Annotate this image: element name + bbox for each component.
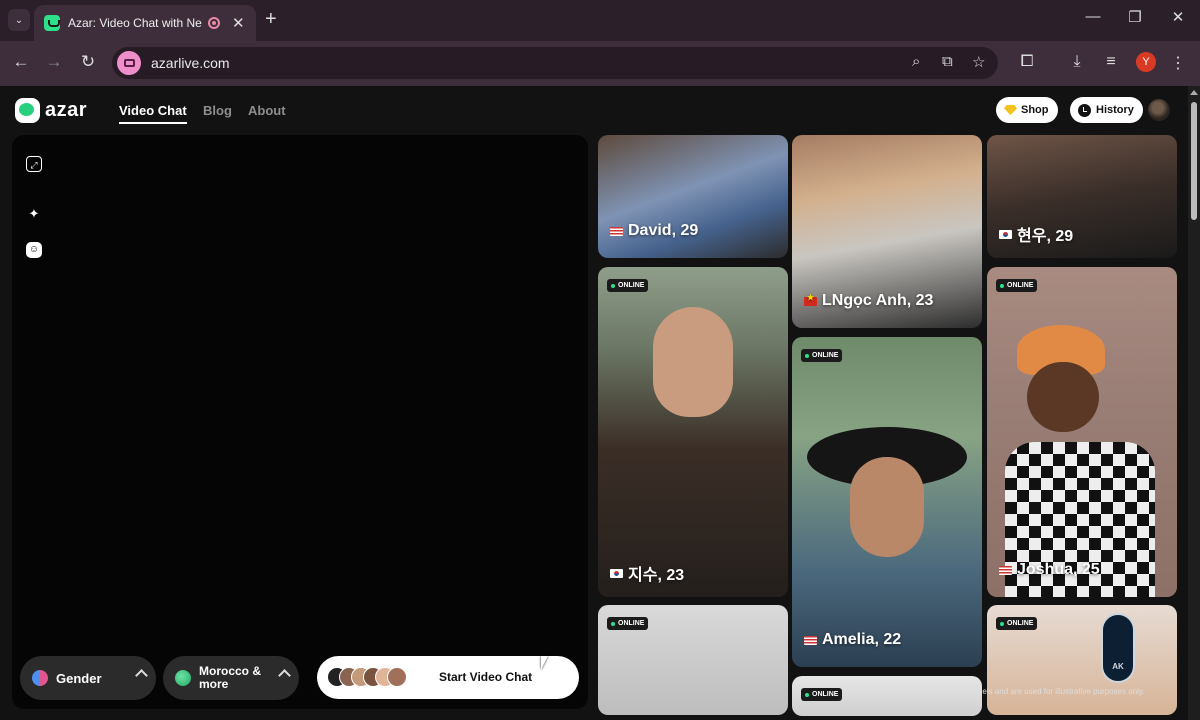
online-badge: ONLINE [996,279,1038,292]
online-badge: ONLINE [996,617,1038,630]
nav-video-chat[interactable]: Video Chat [119,103,187,124]
azar-page: azar Video Chat Blog About Shop History … [0,86,1188,720]
online-badge: ONLINE [801,349,843,362]
profile-card-ngoc-anh[interactable]: LNgọc Anh, 23 [792,135,982,328]
browser-tab[interactable]: Azar: Video Chat with New Pe ✕ [34,5,256,41]
profile-card-amelia[interactable]: ONLINE Amelia, 22 [792,337,982,667]
history-label: History [1096,104,1134,116]
azar-logo-icon [15,98,40,123]
profile-card-jisu[interactable]: ONLINE 지수, 23 [598,267,788,597]
gender-label: Gender [56,670,102,686]
extensions-icon[interactable]: ⧠ [1016,53,1038,71]
face-filter-icon[interactable]: ☺ [26,242,42,258]
start-video-chat-button[interactable]: Start Video Chat [317,656,579,699]
reload-icon[interactable]: ↻ [77,52,99,72]
profile-card-9[interactable]: ONLINE [987,605,1177,715]
profile-name: LNgọc Anh, 23 [804,292,933,310]
online-badge: ONLINE [607,617,649,630]
nav-about[interactable]: About [248,103,286,118]
globe-icon [175,670,191,686]
tab-search-dropdown-icon[interactable]: ⌄ [8,9,30,31]
browser-toolbar: ← → ↻ azarlive.com ⌕ ⧉ ☆ ⧠ ⤓ ≡ ⋮ [0,41,1200,86]
logo-text: azar [45,99,88,121]
page-scrollbar[interactable] [1188,86,1200,720]
gem-icon [1004,105,1017,115]
region-label: Morocco & more [199,664,262,691]
history-clock-icon [1078,103,1091,117]
kr-flag-icon [999,229,1012,239]
us-flag-icon [610,226,623,236]
profile-name: 지수, 23 [610,561,684,585]
mouse-cursor-icon [541,656,548,670]
window-close-icon[interactable]: ✕ [1168,8,1188,26]
shop-label: Shop [1021,104,1049,116]
avatar [387,667,407,687]
kr-flag-icon [610,568,623,578]
profile-card-4[interactable]: ONLINE [598,605,788,715]
user-avatar[interactable] [1148,99,1170,121]
scrollbar-thumb[interactable] [1191,102,1197,220]
gender-filter-button[interactable]: Gender [20,656,156,700]
install-app-icon[interactable]: ⧉ [942,53,953,70]
browser-profile-avatar[interactable]: Y [1136,52,1156,72]
back-icon[interactable]: ← [10,52,32,72]
tab-title: Azar: Video Chat with New Pe [68,16,202,30]
zoom-icon[interactable]: ⌕ [912,53,920,70]
shop-button[interactable]: Shop [996,97,1058,123]
profile-photo [653,307,733,417]
history-button[interactable]: History [1070,97,1143,123]
profile-photo [850,457,924,557]
sparkle-effects-icon[interactable]: ✦ [26,206,42,222]
recording-indicator-icon [208,17,220,29]
minimize-icon[interactable]: — [1083,8,1103,25]
downloads-icon[interactable]: ⤓ [1066,53,1088,71]
nav-blog[interactable]: Blog [203,103,232,118]
online-badge: ONLINE [607,279,649,292]
site-header: azar Video Chat Blog About Shop History [0,86,1188,134]
tab-close-icon[interactable]: ✕ [232,14,245,32]
profile-card-7[interactable]: ONLINE [792,676,982,716]
us-flag-icon [804,635,817,645]
video-preview-panel: ⤢ ✦ ☺ [12,135,588,709]
profile-name: David, 29 [610,222,698,240]
forward-icon[interactable]: → [43,52,65,72]
browser-tab-bar: ⌄ Azar: Video Chat with New Pe ✕ + — ❐ ✕ [0,0,1200,41]
azar-favicon-icon [44,15,60,31]
watermark-text: AK [1112,662,1124,671]
illustration-disclaimer: All images are of models and are used fo… [905,687,1145,696]
region-filter-button[interactable]: Morocco & more [163,656,299,700]
expand-icon[interactable]: ⤢ [26,156,42,172]
bookmark-star-icon[interactable]: ☆ [972,53,985,71]
profile-photo [1027,362,1099,432]
profile-card-david[interactable]: David, 29 [598,135,788,258]
profile-card-hyunwoo[interactable]: 현우, 29 [987,135,1177,258]
azar-logo[interactable]: azar [15,98,87,123]
profile-name: 현우, 29 [999,222,1073,246]
start-video-chat-label: Start Video Chat [439,670,533,684]
gender-icon [32,670,48,686]
channel-watermark: AK [1101,613,1135,683]
profile-card-joshua[interactable]: ONLINE Joshua, 25 [987,267,1177,597]
profile-name: Joshua, 25 [999,561,1100,579]
online-badge: ONLINE [801,688,843,701]
vn-flag-icon [804,293,817,306]
us-flag-icon [999,565,1012,575]
mini-avatars [327,667,407,687]
browser-menu-icon[interactable]: ⋮ [1167,53,1189,73]
address-bar[interactable]: azarlive.com ⌕ ⧉ ☆ [112,47,998,79]
chevron-up-icon [278,669,291,682]
scroll-up-icon[interactable] [1190,90,1198,95]
chevron-up-icon [135,669,148,682]
restore-icon[interactable]: ❐ [1125,8,1145,26]
media-controls-icon[interactable]: ≡ [1100,53,1122,71]
url-text: azarlive.com [151,55,230,71]
site-info-icon[interactable] [117,51,141,75]
new-tab-icon[interactable]: + [265,9,277,29]
profile-name: Amelia, 22 [804,631,901,649]
